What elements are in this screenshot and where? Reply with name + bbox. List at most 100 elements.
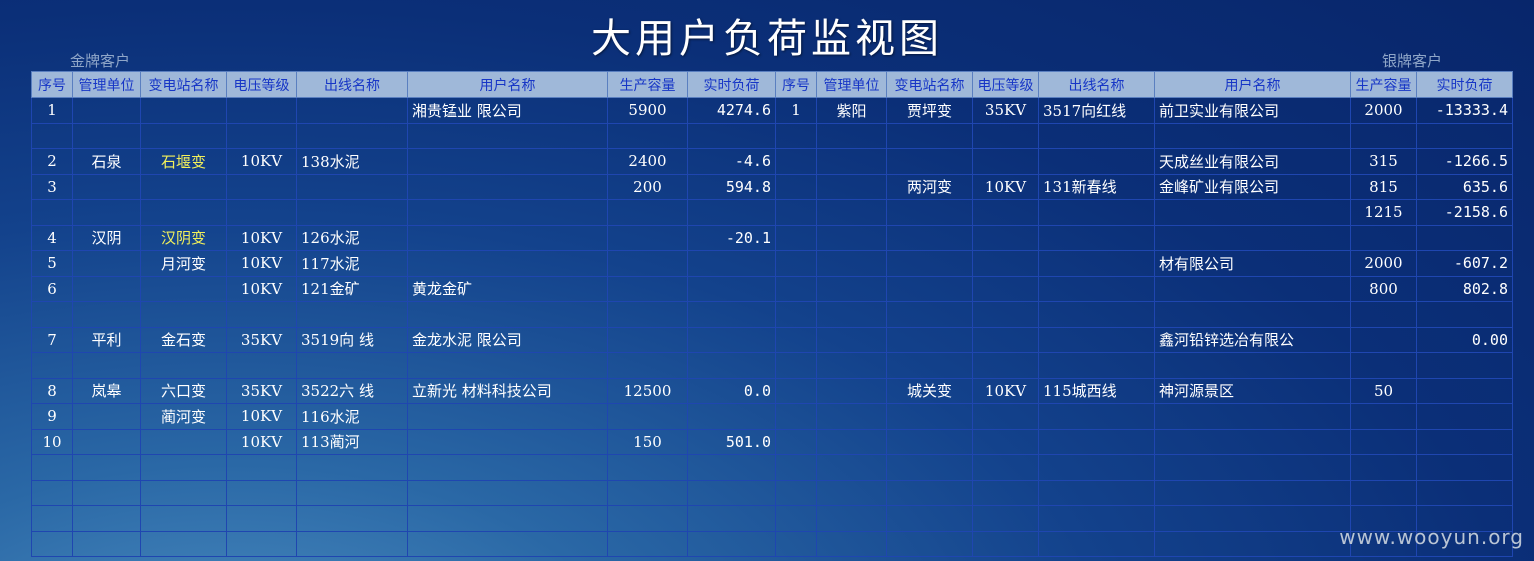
cell-load — [687, 505, 776, 532]
cell-voltage — [226, 97, 297, 124]
cell-line: 121金矿 — [296, 275, 408, 302]
table-row[interactable]: 6 10KV 121金矿 黄龙金矿 — [31, 275, 776, 302]
table-row[interactable] — [31, 505, 776, 532]
col-header-index[interactable]: 序号 — [775, 71, 817, 98]
cell-index — [775, 377, 817, 404]
cell-load — [687, 199, 776, 226]
table-row[interactable]: 7 平利 金石变 35KV 3519向 线金龙水泥 限公司 — [31, 326, 776, 353]
cell-capacity: 815 — [1350, 173, 1417, 200]
cell-capacity: 2000 — [1350, 97, 1417, 124]
col-header-capacity[interactable]: 生产容量 — [607, 71, 688, 98]
cell-substation: 蔺河变 — [140, 403, 227, 430]
table-row[interactable] — [775, 403, 1513, 430]
cell-unit — [72, 454, 141, 481]
table-row[interactable]: 3 200 594.8 — [31, 173, 776, 200]
cell-line: 126水泥 — [296, 224, 408, 251]
cell-line — [1038, 428, 1155, 455]
cell-substation: 城关变 — [886, 377, 973, 404]
table-row[interactable]: 5 月河变 10KV 117水泥 — [31, 250, 776, 277]
table-row[interactable] — [31, 199, 776, 226]
cell-capacity — [607, 505, 688, 532]
table-row[interactable]: 9 蔺河变 10KV 116水泥 — [31, 403, 776, 430]
table-row[interactable] — [775, 352, 1513, 379]
col-header-substation[interactable]: 变电站名称 — [886, 71, 973, 98]
table-row[interactable] — [31, 479, 776, 506]
cell-index — [31, 505, 73, 532]
cell-substation — [140, 352, 227, 379]
table-row[interactable] — [31, 454, 776, 481]
cell-customer — [407, 479, 608, 506]
table-row[interactable] — [775, 122, 1513, 149]
table-row[interactable]: 2 石泉 石堰变 10KV 138水泥 2400 -4.6 — [31, 148, 776, 175]
col-header-substation[interactable]: 变电站名称 — [140, 71, 227, 98]
cell-unit — [72, 97, 141, 124]
cell-substation: 两河变 — [886, 173, 973, 200]
cell-load: 635.6 — [1416, 173, 1513, 200]
col-header-voltage[interactable]: 电压等级 — [226, 71, 297, 98]
table-row[interactable]: 城关变 10KV 115城西线 神河源景区 50 — [775, 377, 1513, 404]
table-row[interactable] — [775, 479, 1513, 506]
cell-load: -1266.5 — [1416, 148, 1513, 175]
cell-index — [775, 148, 817, 175]
col-header-line[interactable]: 出线名称 — [1038, 71, 1155, 98]
table-row[interactable] — [775, 454, 1513, 481]
table-row[interactable]: 4 汉阴 汉阴变 10KV 126水泥 -20.1 — [31, 224, 776, 251]
col-header-index[interactable]: 序号 — [31, 71, 73, 98]
table-row[interactable] — [31, 122, 776, 149]
cell-capacity — [1350, 403, 1417, 430]
cell-customer: 神河源景区 — [1154, 377, 1351, 404]
col-header-unit[interactable]: 管理单位 — [72, 71, 141, 98]
table-row[interactable] — [775, 428, 1513, 455]
table-row[interactable] — [775, 224, 1513, 251]
cell-unit — [816, 275, 887, 302]
cell-substation — [886, 250, 973, 277]
table-row[interactable]: 800 802.8 — [775, 275, 1513, 302]
cell-capacity: 315 — [1350, 148, 1417, 175]
table-row[interactable] — [31, 530, 776, 557]
col-header-voltage[interactable]: 电压等级 — [972, 71, 1039, 98]
table-row[interactable]: 10 10KV 113蔺河 150 501.0 — [31, 428, 776, 455]
col-header-customer[interactable]: 用户名称 — [407, 71, 608, 98]
cell-voltage: 35KV — [972, 97, 1039, 124]
table-row[interactable]: 8 岚皋 六口变 35KV 3522六 线立新光 材料科技公司 12500 0.0 — [31, 377, 776, 404]
cell-voltage — [972, 454, 1039, 481]
cell-unit: 平利 — [72, 326, 141, 353]
cell-substation — [886, 454, 973, 481]
table-row[interactable] — [775, 301, 1513, 328]
cell-voltage — [972, 301, 1039, 328]
cell-unit — [816, 403, 887, 430]
table-row[interactable]: 1 湘贵锰业 限公司 5900 4274.6 — [31, 97, 776, 124]
table-row[interactable]: 鑫河铅锌选冶有限公 0.00 — [775, 326, 1513, 353]
table-row[interactable]: 1215 -2158.6 — [775, 199, 1513, 226]
col-header-capacity[interactable]: 生产容量 — [1350, 71, 1417, 98]
cell-voltage — [972, 224, 1039, 251]
cell-capacity — [607, 352, 688, 379]
cell-customer: 材有限公司 — [1154, 250, 1351, 277]
table-row[interactable]: 1 紫阳 贾坪变 35KV 3517向红线 前卫实业有限公司 2000 -13333.4 — [775, 97, 1513, 124]
cell-load — [1416, 352, 1513, 379]
col-header-load[interactable]: 实时负荷 — [687, 71, 776, 98]
cell-substation: 金石变 — [140, 326, 227, 353]
cell-index — [775, 530, 817, 557]
cell-capacity: 150 — [607, 428, 688, 455]
table-row[interactable]: 材有限公司 2000 -607.2 — [775, 250, 1513, 277]
col-header-unit[interactable]: 管理单位 — [816, 71, 887, 98]
cell-substation — [140, 97, 227, 124]
col-header-load[interactable]: 实时负荷 — [1416, 71, 1513, 98]
table-row[interactable]: 天成丝业有限公司 315 -1266.5 — [775, 148, 1513, 175]
cell-customer — [1154, 428, 1351, 455]
cell-line — [1038, 326, 1155, 353]
cell-line — [296, 97, 408, 124]
cell-capacity — [607, 199, 688, 226]
col-header-customer[interactable]: 用户名称 — [1154, 71, 1351, 98]
cell-voltage: 10KV — [226, 275, 297, 302]
cell-substation — [886, 326, 973, 353]
cell-load: 4274.6 — [687, 97, 776, 124]
cell-voltage: 10KV — [226, 148, 297, 175]
table-row[interactable]: 两河变 10KV 131新春线 金峰矿业有限公司 815 635.6 — [775, 173, 1513, 200]
table-row[interactable] — [31, 301, 776, 328]
table-row[interactable] — [31, 352, 776, 379]
col-header-line[interactable]: 出线名称 — [296, 71, 408, 98]
cell-line — [1038, 505, 1155, 532]
cell-unit — [72, 530, 141, 557]
